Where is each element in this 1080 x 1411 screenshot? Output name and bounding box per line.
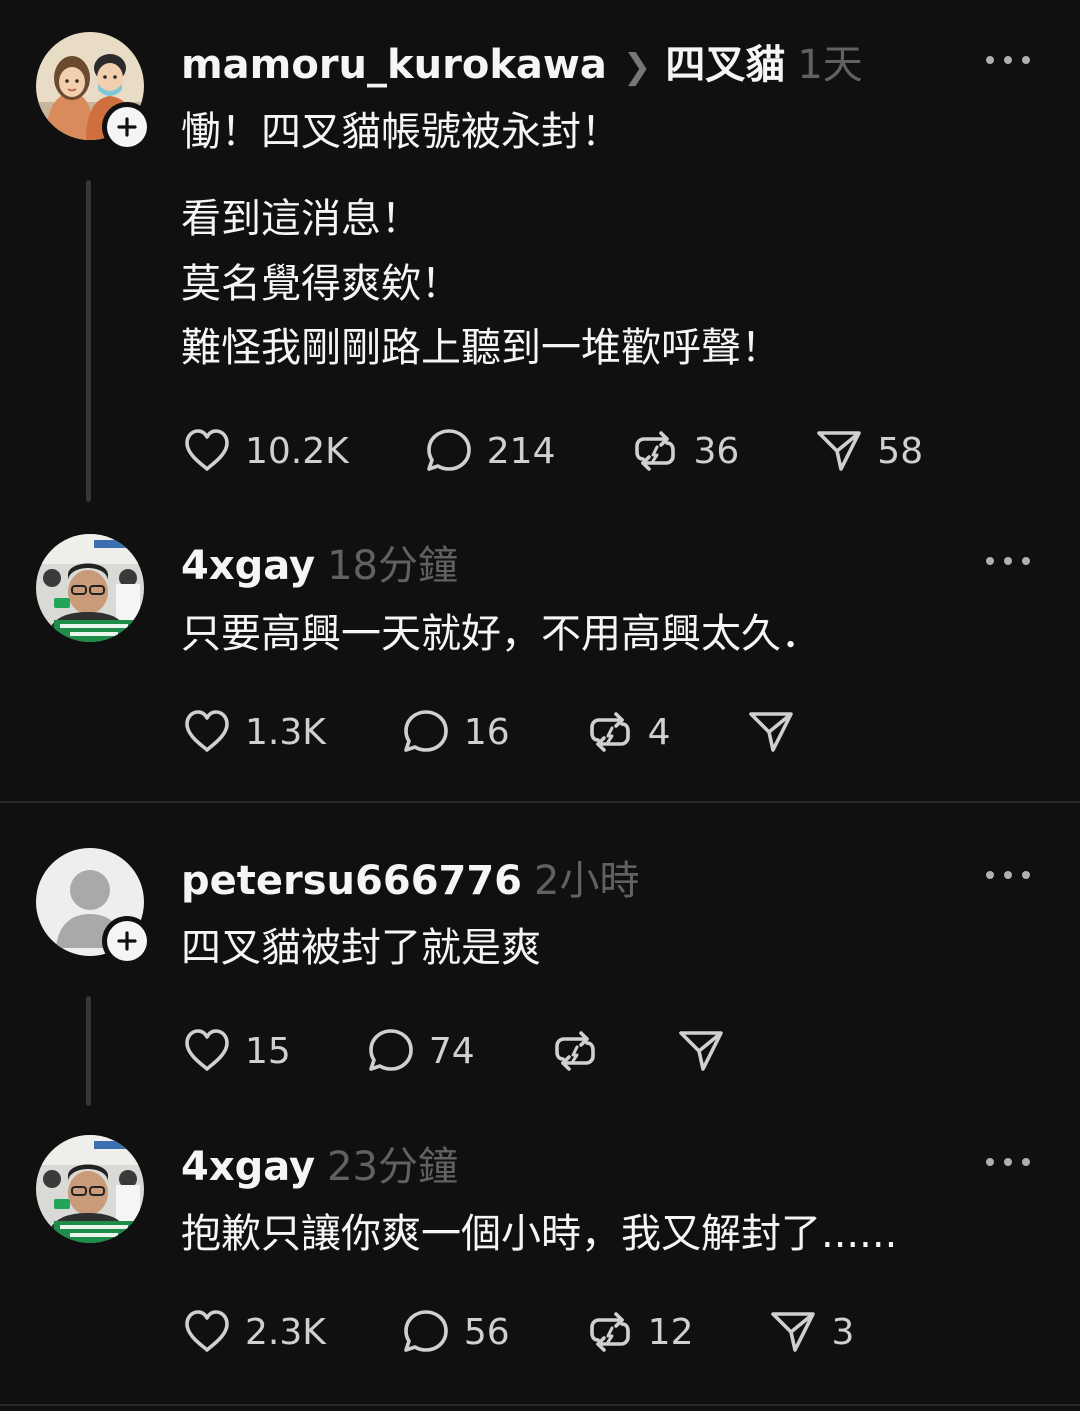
more-icon[interactable] [986,1157,1030,1167]
repost-button[interactable]: 36 [629,425,739,477]
comment-icon [400,1306,452,1358]
action-bar: 15 74 [181,1025,727,1077]
reply-button[interactable]: 214 [423,425,556,477]
reply-button[interactable]: 56 [400,1306,510,1358]
like-button[interactable]: 2.3K [181,1306,326,1358]
like-count: 15 [245,1030,291,1072]
like-button[interactable]: 10.2K [181,425,349,477]
share-count: 3 [831,1311,855,1353]
action-bar: 1.3K 16 4 [181,706,797,758]
timestamp: 18分鐘 [327,543,459,589]
username[interactable]: mamoru_kurokawa [181,42,607,88]
heart-icon [181,1306,233,1358]
comment-icon [423,425,475,477]
repost-icon [629,425,681,477]
avatar[interactable] [36,1135,144,1243]
heart-icon [181,1025,233,1077]
reply-count: 214 [486,430,556,472]
repost-button[interactable]: 4 [584,706,671,758]
reply-count: 74 [428,1030,475,1072]
follow-button[interactable] [102,916,152,966]
plus-icon [111,925,143,957]
post-header: 4xgay 23分鐘 [181,1134,458,1192]
action-bar: 2.3K 56 12 3 [181,1306,854,1358]
repost-count: 36 [693,430,740,472]
post-header: 4xgay 18分鐘 [181,533,458,591]
repost-icon [584,706,636,758]
thread-line [86,180,91,502]
share-button[interactable]: 58 [813,425,923,477]
repost-button[interactable]: 12 [584,1306,694,1358]
plus-icon [111,111,143,143]
like-count: 10.2K [245,430,349,472]
more-icon[interactable] [986,556,1030,566]
timestamp: 1天 [797,42,863,88]
reply-button[interactable]: 74 [365,1025,475,1077]
username[interactable]: petersu666776 [181,858,522,904]
post-text: 抱歉只讓你爽一個小時，我又解封了...... [181,1211,898,1257]
share-icon [767,1306,819,1358]
username[interactable]: 4xgay [181,1144,315,1190]
post-line: 難怪我剛剛路上聽到一堆歡呼聲！ [181,325,781,371]
timestamp: 2小時 [534,858,640,904]
like-button[interactable]: 15 [181,1025,291,1077]
reply-count: 56 [463,1311,510,1353]
heart-icon [181,706,233,758]
more-icon[interactable] [986,55,1030,65]
heart-icon [181,425,233,477]
share-button[interactable] [675,1025,727,1077]
comment-icon [400,706,452,758]
like-button[interactable]: 1.3K [181,706,326,758]
username[interactable]: 4xgay [181,543,315,589]
repost-icon [549,1025,601,1077]
post-text: 只要高興一天就好，不用高興太久． [181,611,821,657]
share-button[interactable]: 3 [767,1306,854,1358]
timestamp: 23分鐘 [327,1144,459,1190]
post-line: 看到這消息！ [181,196,421,242]
share-icon [675,1025,727,1077]
post-header: mamoru_kurokawa ❯ 四叉貓 1天 [181,32,863,90]
follow-button[interactable] [102,102,152,152]
reply-button[interactable]: 16 [400,706,510,758]
chevron-right-icon: ❯ [622,47,652,87]
share-icon [813,425,865,477]
avatar[interactable] [36,534,144,642]
reply-count: 16 [463,711,510,753]
action-bar: 10.2K 214 36 58 [181,425,923,477]
post-line: 莫名覺得爽欸！ [181,261,461,307]
like-count: 2.3K [245,1311,326,1353]
share-icon [745,706,797,758]
share-button[interactable] [745,706,797,758]
thread-line [86,996,91,1106]
repost-button[interactable] [549,1025,601,1077]
share-count: 58 [877,430,924,472]
like-count: 1.3K [245,711,326,753]
repost-icon [584,1306,636,1358]
more-icon[interactable] [986,870,1030,880]
divider [0,801,1080,803]
divider [0,1404,1080,1406]
post-headline: 慟！四叉貓帳號被永封！ [181,109,621,155]
post-header: petersu666776 2小時 [181,848,639,906]
comment-icon [365,1025,417,1077]
post-text: 四叉貓被封了就是爽 [181,925,541,971]
topic-tag[interactable]: 四叉貓 [665,32,785,90]
repost-count: 12 [647,1311,694,1353]
repost-count: 4 [647,711,671,753]
